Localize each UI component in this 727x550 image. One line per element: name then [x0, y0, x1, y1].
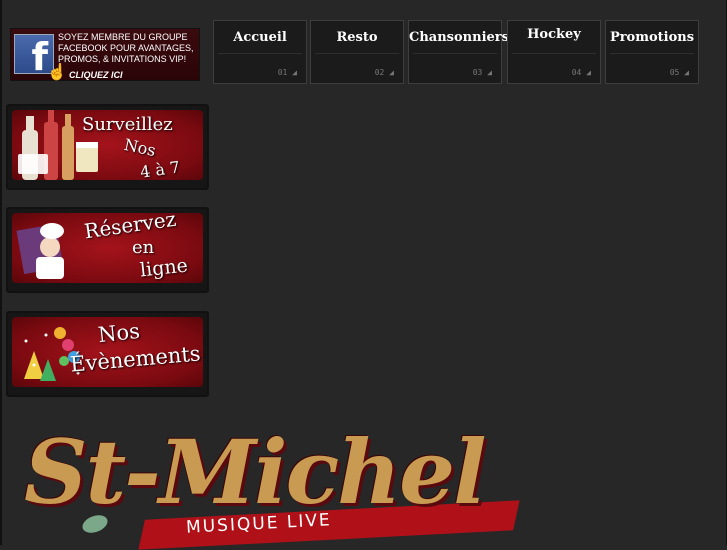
nav-label: Promotions — [609, 30, 695, 45]
nav-item-promotions[interactable]: Promotions 05 ◢ — [605, 20, 699, 84]
promo-nos-evenements[interactable]: Nos Évènements — [6, 311, 209, 397]
promo-title: Nos — [96, 318, 141, 348]
promo-subtitle: 4 à 7 — [138, 157, 182, 180]
promo-panel: Surveillez Nos 4 à 7 — [12, 110, 203, 180]
nav-item-accueil[interactable]: Accueil 01 ◢ — [213, 20, 307, 84]
nav-label: Hockey — [527, 27, 581, 42]
promo-surveillez-4a7[interactable]: Surveillez Nos 4 à 7 — [6, 104, 209, 190]
facebook-banner[interactable]: f ☝ SOYEZ MEMBRE DU GROUPE FACEBOOK POUR… — [10, 28, 200, 81]
promo-subtitle: en — [132, 237, 155, 258]
nav-number: 04 ◢ — [571, 68, 591, 77]
nav-number: 01 ◢ — [277, 68, 297, 77]
nav-divider — [610, 53, 694, 54]
st-michel-logo: St-Michel MUSIQUE LIVE — [16, 420, 520, 550]
nav-divider — [413, 53, 497, 54]
pointer-hand-icon: ☝ — [47, 64, 67, 81]
promo-title: Réservez — [82, 213, 178, 244]
leaf-icon — [82, 515, 108, 533]
promo-panel: Nos Évènements — [12, 317, 203, 387]
facebook-banner-text: SOYEZ MEMBRE DU GROUPE FACEBOOK POUR AVA… — [58, 32, 194, 64]
nav-item-chansonniers[interactable]: Chansonniers 03 ◢ — [408, 20, 509, 84]
nav-divider — [512, 53, 596, 54]
chef-icon — [16, 223, 64, 279]
nav-number: 02 ◢ — [374, 68, 394, 77]
nav-number: 03 ◢ — [472, 68, 492, 77]
nav-divider — [218, 53, 302, 54]
nav-label: Resto — [336, 30, 378, 45]
logo-wordmark: St-Michel — [24, 420, 487, 524]
promo-subtitle: Évènements — [69, 341, 202, 377]
promo-reservez-en-ligne[interactable]: Réservez en ligne — [6, 207, 209, 293]
promo-panel: Réservez en ligne — [12, 213, 203, 283]
nav-item-resto[interactable]: Resto 02 ◢ — [310, 20, 404, 84]
promo-subtitle: ligne — [138, 254, 189, 282]
facebook-cta-link[interactable]: CLIQUEZ ICI — [69, 70, 123, 80]
nav-label: Accueil — [233, 30, 287, 45]
promo-title: Surveillez — [82, 114, 173, 135]
promo-subtitle: Nos — [122, 134, 158, 161]
nav-number: 05 ◢ — [669, 68, 689, 77]
nav-item-hockey[interactable]: Hockey 04 ◢ — [507, 20, 601, 84]
nav-label: Chansonniers — [409, 30, 509, 45]
nav-divider — [315, 53, 399, 54]
